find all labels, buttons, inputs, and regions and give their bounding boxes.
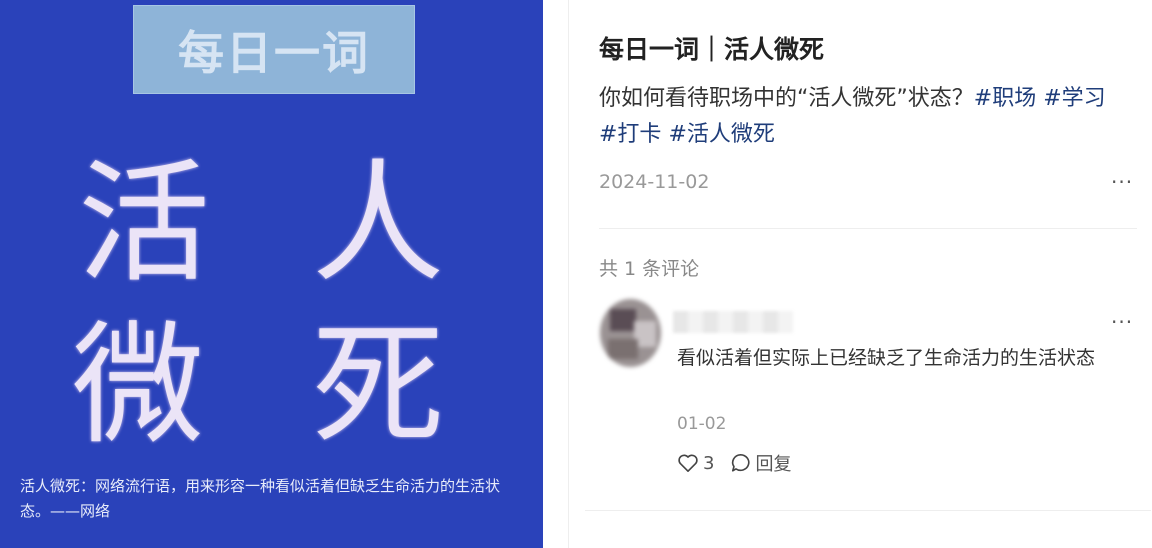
- comment-actions: 3 回复: [677, 450, 807, 476]
- hashtag-study[interactable]: #学习: [1043, 86, 1105, 111]
- image-char-3: 微: [72, 309, 204, 463]
- image-char-4: 死: [312, 309, 444, 463]
- image-title-text: 每日一词: [178, 25, 370, 80]
- avatar[interactable]: [600, 299, 661, 367]
- image-char-2: 人: [312, 147, 444, 301]
- reply-label: 回复: [755, 454, 792, 475]
- hashtag-checkin[interactable]: #打卡: [599, 122, 661, 147]
- comment-text: 看似活着但实际上已经缺乏了生命活力的生活状态: [677, 347, 1096, 369]
- post-detail-panel: 每日一词｜活人微死 你如何看待职场中的“活人微死”状态？#职场 #学习 #打卡 …: [568, 0, 1152, 548]
- hashtag-workplace[interactable]: #职场: [974, 86, 1036, 111]
- like-count: 3: [703, 452, 715, 474]
- divider: [599, 228, 1137, 229]
- image-title-box: 每日一词: [133, 5, 415, 94]
- post-title: 每日一词｜活人微死: [599, 35, 825, 64]
- post-date: 2024-11-02: [599, 171, 710, 193]
- post-more-icon[interactable]: ···: [1111, 170, 1133, 194]
- image-char-1: 活: [78, 147, 210, 301]
- heart-icon: [678, 454, 698, 472]
- comment-date: 01-02: [677, 414, 727, 434]
- commenter-name-blurred[interactable]: [673, 311, 793, 333]
- post-body: 你如何看待职场中的“活人微死”状态？#职场 #学习 #打卡 #活人微死: [599, 81, 1119, 153]
- post-image[interactable]: 每日一词 活 人 微 死 活人微死：网络流行语，用来形容一种看似活着但缺乏生命活…: [0, 0, 543, 548]
- reply-button[interactable]: 回复: [730, 450, 791, 476]
- like-button[interactable]: 3: [677, 453, 714, 474]
- post-body-text: 你如何看待职场中的“活人微死”状态？: [599, 86, 974, 111]
- comment-more-icon[interactable]: ···: [1111, 310, 1133, 334]
- comment-count: 共 1 条评论: [599, 258, 700, 280]
- hashtag-huorenweisi[interactable]: #活人微死: [668, 122, 774, 147]
- comment-bubble-icon: [732, 453, 750, 472]
- divider: [585, 510, 1151, 511]
- image-caption: 活人微死：网络流行语，用来形容一种看似活着但缺乏生命活力的生活状态。——网络: [20, 477, 501, 520]
